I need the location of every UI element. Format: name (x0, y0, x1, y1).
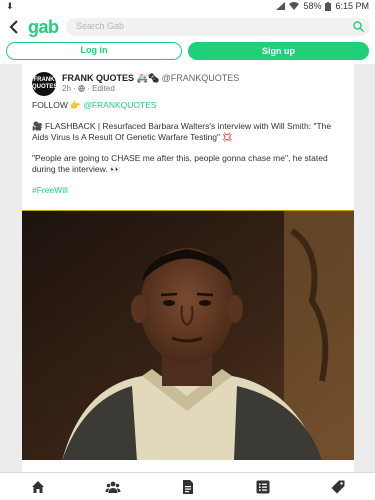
search-input[interactable]: Search Gab (66, 18, 370, 36)
news-icon[interactable] (180, 479, 196, 495)
lists-icon[interactable] (255, 479, 271, 495)
follow-handle-link[interactable]: @FRANKQUOTES (83, 100, 156, 110)
bottom-nav (0, 472, 375, 500)
post-meta: 2h · · Edited (62, 84, 115, 93)
auth-bar: Log in Sign up (0, 40, 375, 64)
signup-button[interactable]: Sign up (188, 42, 369, 60)
globe-icon (78, 85, 85, 93)
groups-icon[interactable] (105, 479, 121, 495)
login-button[interactable]: Log in (6, 42, 182, 60)
shop-icon[interactable] (330, 479, 346, 495)
back-button[interactable] (6, 17, 22, 37)
author-name[interactable]: FRANK QUOTES 🚑🗞 (62, 73, 159, 83)
post-author: FRANK QUOTES 🚑🗞 @FRANKQUOTES (62, 73, 239, 84)
hashtag-link[interactable]: #FreeWill (32, 185, 344, 196)
post-paragraph-1: 🎥 FLASHBACK | Resurfaced Barbara Walters… (32, 121, 332, 142)
post-body: FOLLOW 👉 @FRANKQUOTES 🎥 FLASHBACK | Resu… (32, 100, 344, 206)
post-time[interactable]: 2h (62, 84, 71, 93)
search-placeholder: Search Gab (76, 21, 125, 31)
avatar[interactable]: FRANK QUOTES (32, 72, 58, 96)
search-icon (353, 21, 364, 32)
wifi-icon (289, 2, 300, 10)
home-icon[interactable] (30, 479, 46, 495)
clock-time: 6:15 PM (335, 1, 369, 11)
gab-logo[interactable]: gab (28, 17, 59, 38)
battery-percent: 58% (303, 1, 322, 11)
battery-icon (325, 1, 332, 11)
signal-icon (276, 2, 286, 10)
download-icon: ⬇ (6, 1, 14, 11)
top-bar: gab Search Gab (0, 14, 375, 40)
status-bar: ⬇ 58% 6:15 PM (0, 0, 375, 14)
post-card: FRANK QUOTES FRANK QUOTES 🚑🗞 @FRANKQUOTE… (22, 64, 354, 472)
post-paragraph-2: "People are going to CHASE me after this… (32, 153, 328, 174)
edited-label[interactable]: Edited (92, 84, 115, 93)
avatar-text: FRANK QUOTES (32, 77, 58, 90)
author-handle[interactable]: @FRANKQUOTES (162, 73, 240, 83)
follow-line: FOLLOW 👉 @FRANKQUOTES (32, 100, 344, 111)
follow-prefix: FOLLOW 👉 (32, 100, 81, 110)
video-thumbnail[interactable] (22, 210, 354, 460)
video-frame-image (22, 211, 354, 460)
chevron-left-icon (9, 20, 18, 34)
